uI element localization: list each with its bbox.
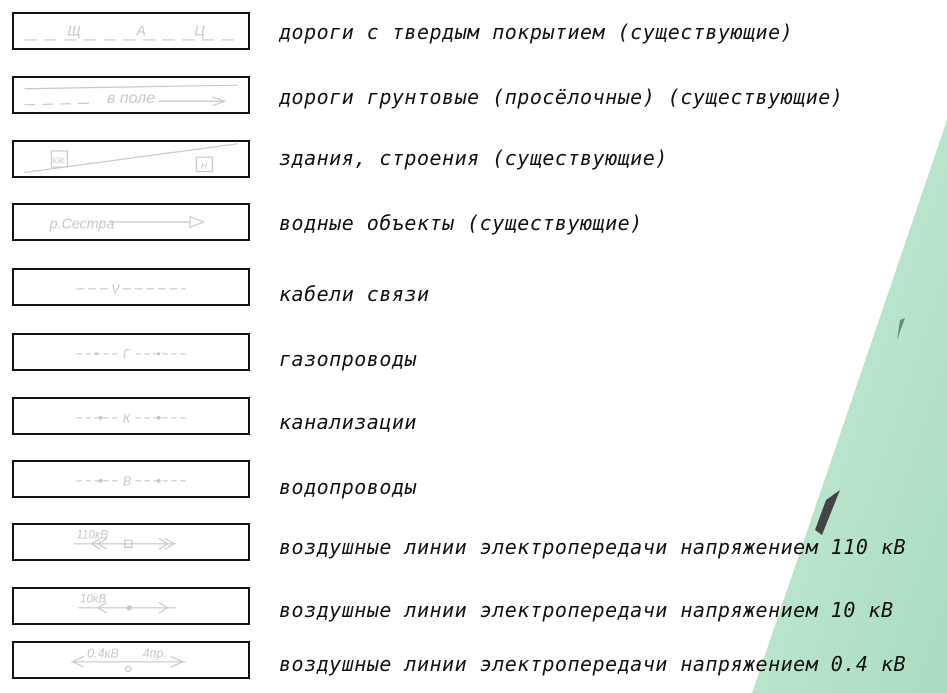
symbol-graphic: К [76,411,186,425]
symbol-dot [98,415,103,420]
legend-symbol-paved-road: ЩАЦ [12,12,250,50]
symbol-text: р.Сестра [49,216,115,232]
legend-label-power-line-110kv: воздушные линии электропередачи напряжен… [279,535,907,559]
symbol-text: А [135,23,146,39]
symbol-path [125,665,132,673]
symbol-dot [157,352,161,356]
symbol-text: Г [123,347,131,361]
symbol-dot [94,352,98,356]
symbol-text: Щ [67,23,80,39]
legend-label-communication-cable: кабели связи [279,282,430,306]
symbol-text: 10кВ [80,592,106,605]
legend-label-gas-pipeline: газопроводы [279,347,417,371]
symbol-graphic: в поле [24,84,238,107]
legend-label-power-line-10kv: воздушные линии электропередачи напряжен… [279,598,894,622]
symbol-dot [156,415,161,420]
symbol-text: V [111,282,121,296]
symbol-graphic: Г [76,347,186,361]
symbol-graphic: В [76,474,186,488]
symbol-text: К [123,411,131,425]
symbol-graphic: р.Сестра [49,215,206,232]
symbol-graphic: V [76,282,186,296]
symbol-dot [126,605,132,611]
symbol-graphic: 0.4кВ 4пр. [71,646,186,673]
symbol-graphic: ЩАЦ [24,23,238,41]
symbol-text: 4пр. [143,646,167,660]
symbol-graphic: 110кВ [73,528,177,550]
legend-label-sewer: канализации [279,410,417,434]
legend-symbol-communication-cable: V [12,268,250,306]
legend-label-dirt-road: дороги грунтовые (просёлочные) (существу… [279,85,844,109]
legend-symbol-gas-pipeline: Г [12,333,250,371]
legend-symbol-water-body: р.Сестра [12,203,250,241]
symbol-line [24,102,97,106]
legend-label-paved-road: дороги с твердым покрытием (существующие… [279,20,794,44]
legend-symbol-power-line-04kv: 0.4кВ 4пр. [12,641,250,679]
legend-symbol-power-line-110kv: 110кВ [12,523,250,561]
symbol-dot [156,478,161,483]
symbol-text: КЖ [52,156,65,165]
symbol-graphic: 10кВ [78,592,177,614]
legend-label-water-body: водные объекты (существующие) [279,211,643,235]
symbol-text: 110кВ [76,528,108,541]
symbol-text: Н [201,161,208,171]
symbol-path [158,96,227,107]
symbol-text: 0.4кВ [87,646,119,660]
legend-label-water-pipe: водопроводы [279,475,417,499]
legend-symbol-power-line-10kv: 10кВ [12,587,250,625]
symbol-text: В [123,474,131,488]
symbol-text: в поле [107,89,155,107]
legend-symbol-dirt-road: в поле [12,76,250,114]
symbol-dot [98,478,103,483]
symbol-path [189,215,206,229]
legend-symbol-water-pipe: В [12,460,250,498]
legend-symbol-sewer: К [12,397,250,435]
symbol-graphic: КЖ Н [24,143,238,173]
symbol-text: Ц [195,23,205,39]
legend-label-buildings: здания, строения (существующие) [279,146,668,170]
legend-label-power-line-04kv: воздушные линии электропередачи напряжен… [279,652,907,676]
legend-symbol-buildings: КЖ Н [12,140,250,178]
